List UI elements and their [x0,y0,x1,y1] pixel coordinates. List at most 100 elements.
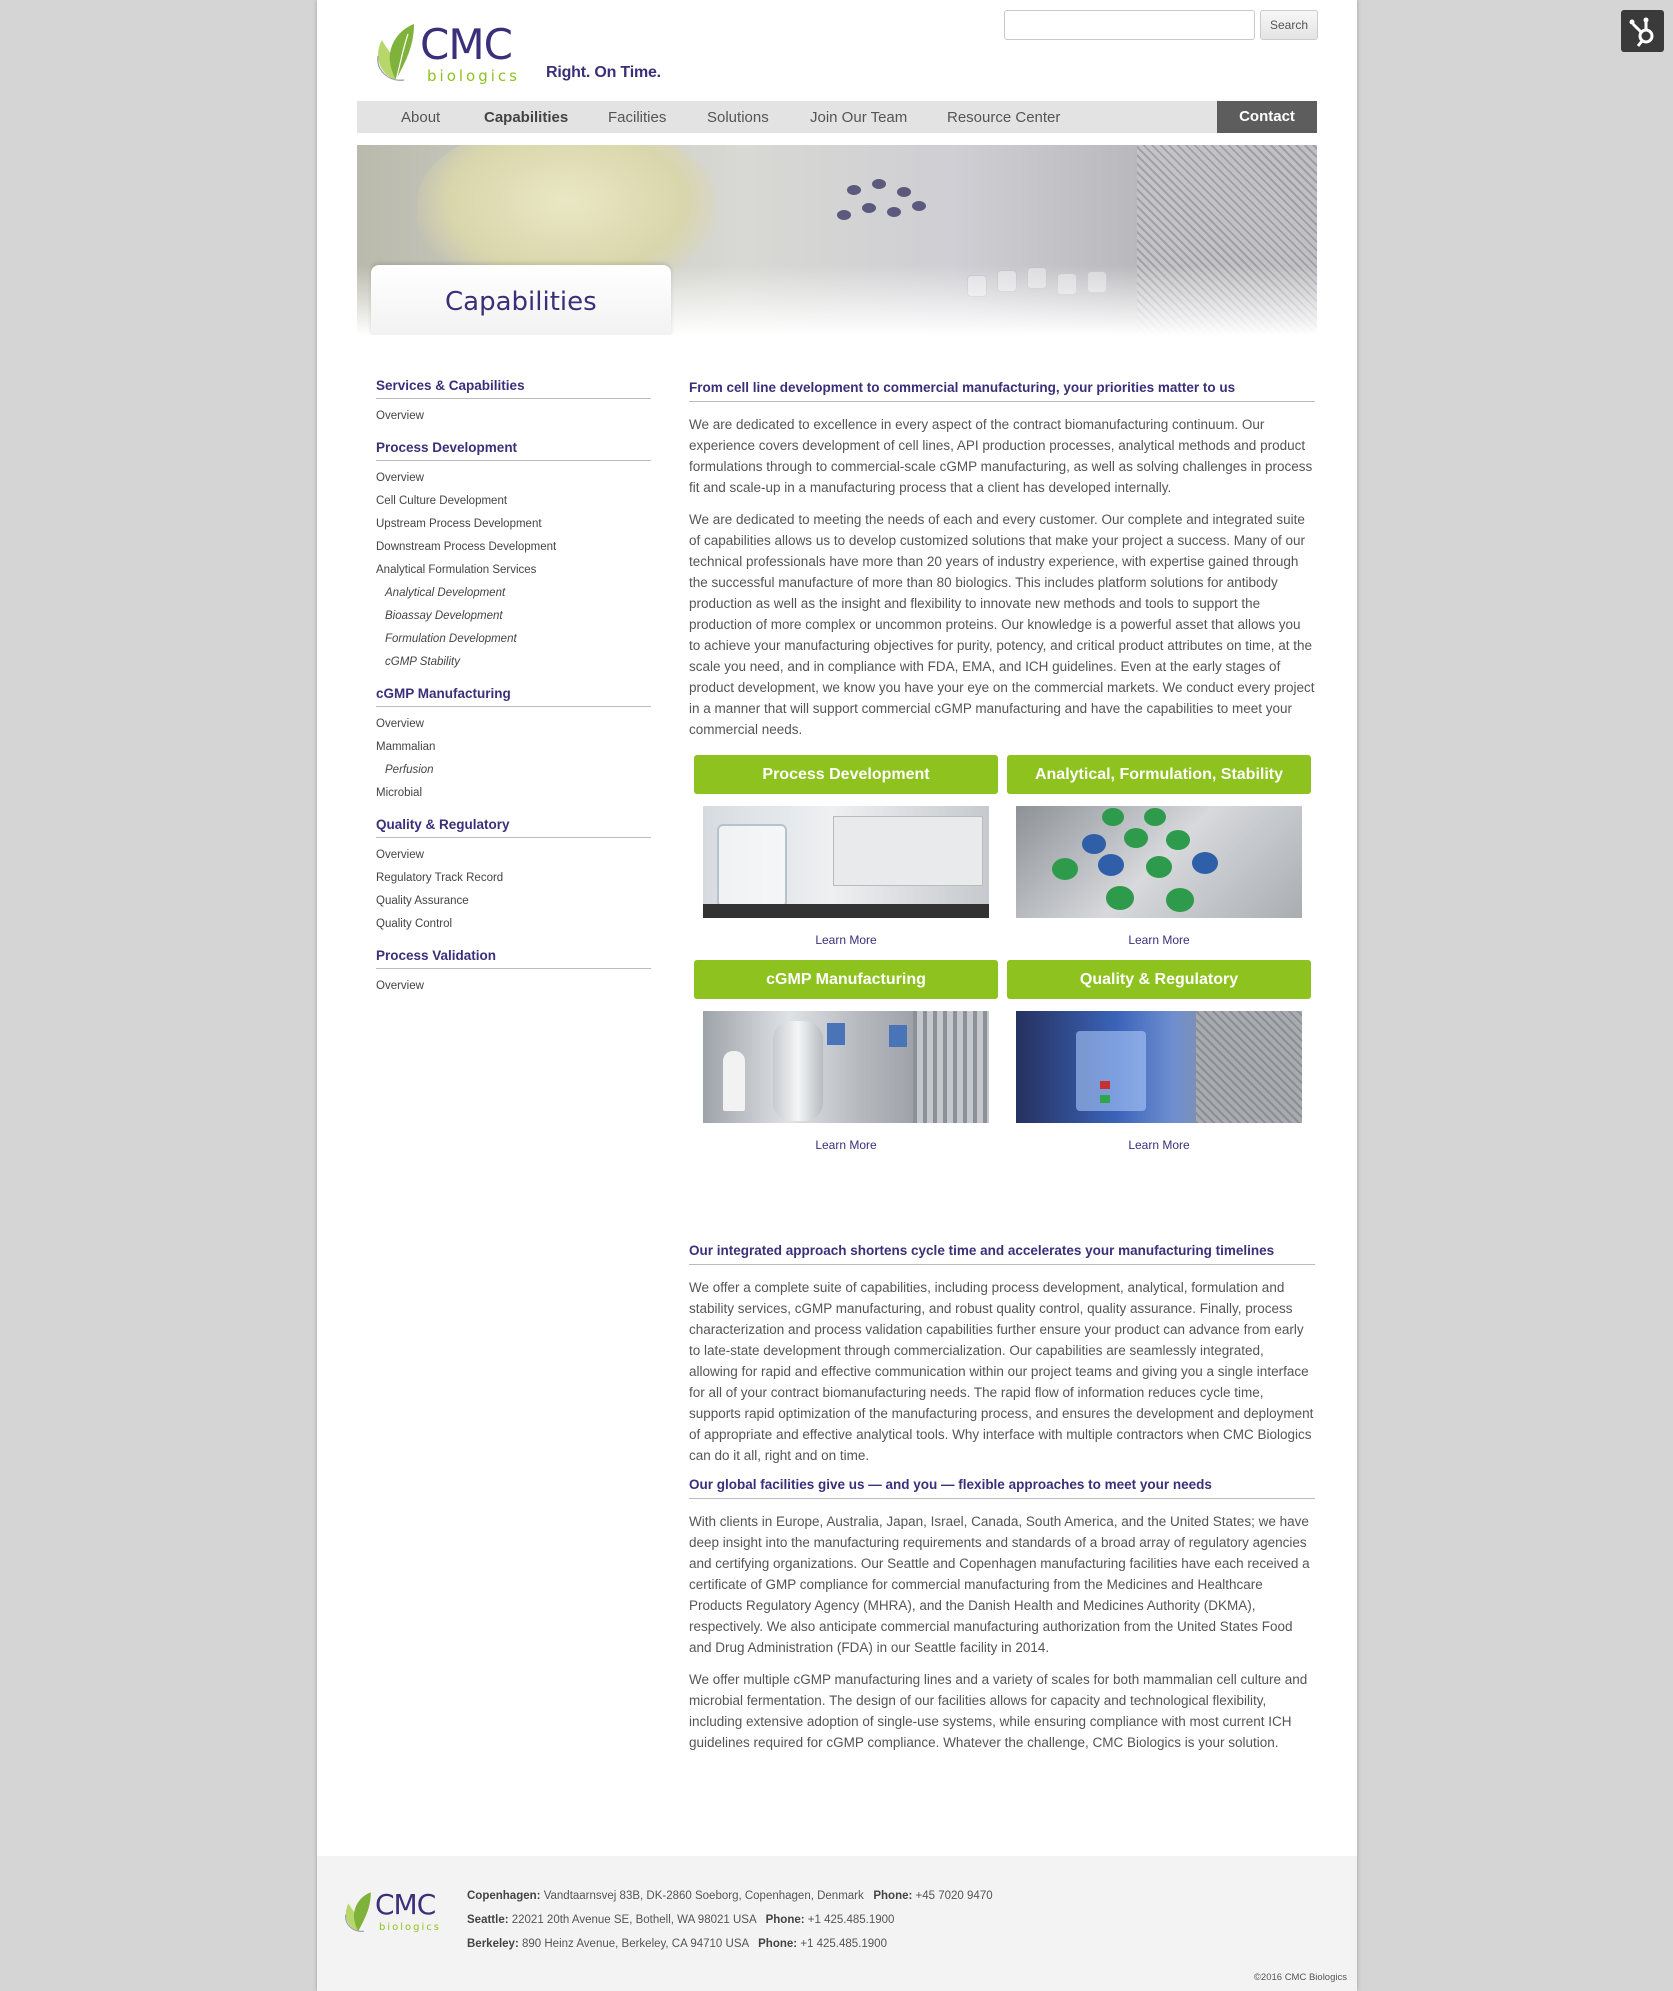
address-text: Vandtaarnsvej 83B, DK-2860 Soeborg, Cope… [543,1890,864,1902]
phone-label: Phone: [765,1914,805,1926]
learn-more-link[interactable]: Learn More [1007,933,1311,947]
main-content: From cell line development to commercial… [689,380,1315,1764]
photo-operator [723,1051,745,1111]
logo-subtext: biologics [427,67,520,85]
sidebar-section-process-development: Process Development Overview Cell Cultur… [376,440,651,674]
tile-photo-biosafety-cabinet[interactable] [1016,1011,1302,1123]
photo-green-cap [1102,808,1124,826]
phone-label: Phone: [758,1938,798,1950]
photo-green-cap [1146,856,1172,878]
tagline: Right. On Time. [546,64,661,81]
section-heading: Our integrated approach shortens cycle t… [689,1243,1315,1265]
sidebar-link-overview[interactable]: Overview [376,975,651,998]
sidebar-link-quality-control[interactable]: Quality Control [376,913,651,936]
photo-cabinet-mesh [1196,1011,1302,1123]
photo-green-marker [1100,1095,1110,1103]
sidebar-link-cell-culture[interactable]: Cell Culture Development [376,490,651,513]
sidebar-link-overview[interactable]: Overview [376,713,651,736]
footer-logo[interactable]: CMC biologics [343,1888,443,1938]
sidebar-heading[interactable]: cGMP Manufacturing [376,686,651,707]
city-label: Berkeley: [467,1938,519,1950]
sidebar-link-upstream[interactable]: Upstream Process Development [376,513,651,536]
logo-text: CMC [375,1888,436,1921]
body-paragraph: With clients in Europe, Australia, Japan… [689,1514,1310,1655]
sidebar-link-overview[interactable]: Overview [376,467,651,490]
tile-photo-lab-equipment[interactable] [703,806,989,918]
nav-join-our-team[interactable]: Join Our Team [810,101,907,133]
sidebar-link-regulatory-track-record[interactable]: Regulatory Track Record [376,867,651,890]
learn-more-link[interactable]: Learn More [1007,1138,1311,1152]
learn-more-link[interactable]: Learn More [694,1138,998,1152]
sidebar-link-downstream[interactable]: Downstream Process Development [376,536,651,559]
search-button[interactable]: Search [1260,10,1318,40]
sidebar-section-process-validation: Process Validation Overview [376,948,651,998]
nav-resource-center[interactable]: Resource Center [947,101,1060,133]
sidebar-link-overview[interactable]: Overview [376,405,651,428]
footer-address-seattle: Seattle: 22021 20th Avenue SE, Bothell, … [467,1914,894,1926]
sidebar-link-mammalian[interactable]: Mammalian [376,736,651,759]
sidebar-link-quality-assurance[interactable]: Quality Assurance [376,890,651,913]
nav-about[interactable]: About [401,101,440,133]
photo-bench [703,904,989,918]
tile-title-button[interactable]: Quality & Regulatory [1007,960,1311,999]
main-nav: About Capabilities Facilities Solutions … [357,101,1317,133]
tile-analytical-formulation-stability: Analytical, Formulation, Stability Learn… [1007,755,1311,947]
tile-photo-vials[interactable] [1016,806,1302,918]
sidebar-link-analytical-formulation[interactable]: Analytical Formulation Services [376,559,651,582]
page-title: Capabilities [445,287,597,317]
leaf-logo-icon [377,24,414,81]
sidebar-link-overview[interactable]: Overview [376,844,651,867]
sidebar-heading[interactable]: Quality & Regulatory [376,817,651,838]
sidebar-nav: Services & Capabilities Overview Process… [376,378,651,1010]
footer-address-copenhagen: Copenhagen: Vandtaarnsvej 83B, DK-2860 S… [467,1890,993,1902]
cmc-logo[interactable]: CMC biologics [374,18,524,85]
photo-instrument [833,816,983,886]
photo-piping [913,1011,989,1123]
hero-title-tab: Capabilities [371,265,671,335]
tile-title-button[interactable]: cGMP Manufacturing [694,960,998,999]
photo-panel [827,1023,845,1045]
footer-address-berkeley: Berkeley: 890 Heinz Avenue, Berkeley, CA… [467,1938,887,1950]
footer: CMC biologics Copenhagen: Vandtaarnsvej … [317,1856,1357,1991]
photo-green-cap [1166,888,1194,912]
photo-red-marker [1100,1081,1110,1089]
hero-vial-stopper [837,210,851,220]
hubspot-widget-button[interactable] [1621,10,1664,52]
photo-blue-cap [1098,854,1124,876]
sidebar-sublink-formulation[interactable]: Formulation Development [376,628,651,651]
sidebar-link-microbial[interactable]: Microbial [376,782,651,805]
body-paragraph: We offer a complete suite of capabilitie… [689,1280,1314,1463]
section-heading: Our global facilities give us — and you … [689,1477,1315,1499]
learn-more-link[interactable]: Learn More [694,933,998,947]
tile-photo-manufacturing-suite[interactable] [703,1011,989,1123]
photo-blue-cap [1082,834,1106,854]
photo-panel [889,1025,907,1047]
sidebar-sublink-cgmp-stability[interactable]: cGMP Stability [376,651,651,674]
sidebar-sublink-analytical-development[interactable]: Analytical Development [376,582,651,605]
nav-contact-button[interactable]: Contact [1217,101,1317,133]
hero-vial-stopper [872,179,886,189]
search-input[interactable] [1004,10,1255,40]
tile-title-button[interactable]: Analytical, Formulation, Stability [1007,755,1311,794]
sidebar-section-quality-regulatory: Quality & Regulatory Overview Regulatory… [376,817,651,936]
sidebar-sublink-bioassay[interactable]: Bioassay Development [376,605,651,628]
nav-facilities[interactable]: Facilities [608,101,666,133]
hero-vial-stopper [887,207,901,217]
city-label: Copenhagen: [467,1890,541,1902]
photo-bottle [717,824,787,908]
tile-title-button[interactable]: Process Development [694,755,998,794]
logo-subtext: biologics [379,1922,441,1933]
capability-tiles: Process Development Learn More Analytica… [689,755,1315,1190]
tile-process-development: Process Development Learn More [694,755,998,947]
nav-solutions[interactable]: Solutions [707,101,769,133]
photo-green-cap [1106,886,1134,910]
city-label: Seattle: [467,1914,509,1926]
sidebar-heading[interactable]: Process Development [376,440,651,461]
nav-capabilities[interactable]: Capabilities [484,101,568,133]
sidebar-heading[interactable]: Process Validation [376,948,651,969]
sidebar-heading[interactable]: Services & Capabilities [376,378,651,399]
sidebar-sublink-perfusion[interactable]: Perfusion [376,759,651,782]
phone-number: +1 425.485.1900 [807,1914,895,1926]
copyright: ©2016 CMC Biologics [1253,1972,1347,1983]
leaf-logo-icon [345,1892,371,1932]
